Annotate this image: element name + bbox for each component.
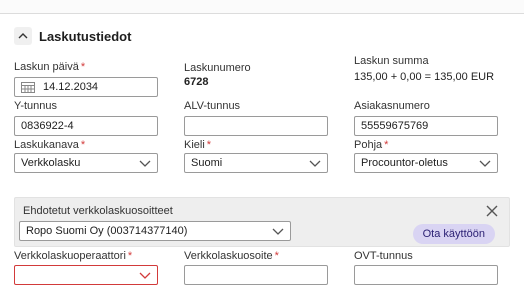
template-value: Procountor-oletus <box>361 157 448 169</box>
language-select[interactable]: Suomi <box>184 153 328 173</box>
chevron-down-icon <box>139 272 151 279</box>
vat-id-label: ALV-tunnus <box>184 100 241 112</box>
chevron-up-icon <box>18 33 28 39</box>
business-id-input[interactable]: 0836922-4 <box>14 116 158 136</box>
ovt-input[interactable] <box>354 265 498 285</box>
operator-select[interactable] <box>14 265 158 285</box>
customer-number-input[interactable]: 55559675769 <box>354 116 498 136</box>
invoice-date-label: Laskun päivä * <box>14 61 86 73</box>
chevron-down-icon <box>479 160 491 167</box>
invoice-channel-value: Verkkolasku <box>21 157 81 169</box>
invoice-date-field[interactable]: 14.12.2034 <box>14 77 158 97</box>
invoice-number-value: 6728 <box>184 76 209 88</box>
invoice-channel-select[interactable]: Verkkolasku <box>14 153 158 173</box>
chevron-down-icon <box>309 160 321 167</box>
section-title: Laskutustiedot <box>39 28 132 44</box>
collapse-button[interactable] <box>14 27 32 45</box>
business-id-value: 0836922-4 <box>21 120 74 132</box>
invoice-total-label: Laskun summa <box>354 55 429 67</box>
invoice-date-value: 14.12.2034 <box>43 81 99 93</box>
vat-id-input[interactable] <box>184 116 328 136</box>
suggested-addresses-title: Ehdotetut verkkolaskuosoitteet <box>23 205 173 217</box>
close-icon[interactable] <box>485 204 499 218</box>
invoice-number-label: Laskunumero <box>184 62 251 74</box>
suggested-address-value: Ropo Suomi Oy (003714377140) <box>26 225 188 237</box>
business-id-label: Y-tunnus <box>14 100 58 112</box>
suggested-address-select[interactable]: Ropo Suomi Oy (003714377140) <box>19 221 291 241</box>
use-address-button[interactable]: Ota käyttöön <box>412 224 495 244</box>
section-header: Laskutustiedot <box>14 26 131 46</box>
chevron-down-icon <box>139 160 151 167</box>
suggested-addresses-panel: Ehdotetut verkkolaskuosoitteet Ropo Suom… <box>14 197 510 247</box>
einvoice-address-input[interactable] <box>184 265 328 285</box>
language-value: Suomi <box>191 157 223 169</box>
chevron-down-icon <box>272 228 284 235</box>
calendar-icon <box>21 82 35 93</box>
einvoice-address-label: Verkkolaskuosoite * <box>184 250 279 262</box>
ovt-label: OVT-tunnus <box>354 250 413 262</box>
customer-number-label: Asiakasnumero <box>354 100 430 112</box>
template-label: Pohja * <box>354 139 389 151</box>
invoice-channel-label: Laskukanava * <box>14 139 86 151</box>
language-label: Kieli * <box>184 139 212 151</box>
operator-label: Verkkolaskuoperaattori * <box>14 250 133 262</box>
customer-number-value: 55559675769 <box>361 120 429 132</box>
template-select[interactable]: Procountor-oletus <box>354 153 498 173</box>
invoice-total-value: 135,00 + 0,00 = 135,00 EUR <box>354 71 495 83</box>
